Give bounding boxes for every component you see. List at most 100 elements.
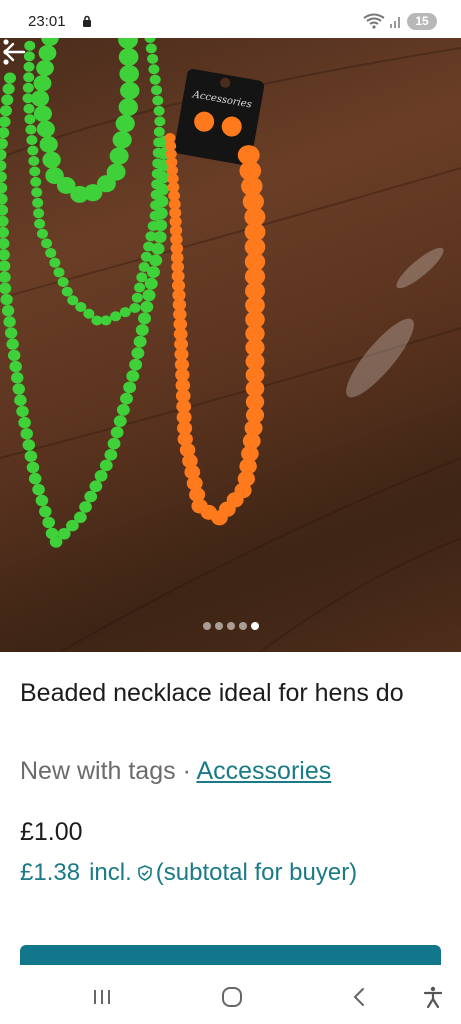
bead [0, 260, 11, 272]
bead [0, 226, 10, 239]
bead [75, 302, 87, 313]
bead [12, 383, 26, 395]
bead [18, 416, 31, 429]
bead [123, 381, 137, 394]
status-icons: 15 [363, 12, 437, 30]
bead [36, 120, 55, 138]
bead [131, 292, 143, 303]
status-time: 23:01 [28, 13, 66, 30]
bead [33, 105, 52, 122]
bead [147, 53, 159, 64]
bead [83, 308, 95, 319]
item-price: £1.00 [20, 818, 83, 846]
bead [154, 219, 168, 232]
carousel-dot[interactable] [238, 622, 247, 630]
category-link[interactable]: Accessories [196, 757, 331, 785]
bead [0, 127, 10, 139]
bead [34, 218, 46, 229]
bead [118, 47, 139, 66]
bead [133, 335, 147, 348]
bead [29, 166, 41, 177]
bead [0, 282, 12, 294]
more-options-icon[interactable] [0, 38, 12, 68]
bead [120, 81, 140, 100]
bead [57, 276, 69, 287]
bead [0, 271, 11, 283]
bead [1, 94, 14, 106]
bead [145, 43, 157, 54]
bead [24, 114, 36, 125]
meta-separator: · [175, 757, 197, 785]
bead [94, 470, 108, 482]
bead [36, 59, 54, 77]
bead [0, 193, 8, 205]
bead [53, 267, 65, 278]
bead [3, 72, 17, 84]
back-icon[interactable] [348, 985, 372, 1009]
incl-label: incl. [89, 859, 132, 886]
bead [120, 392, 133, 405]
shield-icon [137, 865, 152, 881]
bead [26, 461, 40, 474]
bead [23, 72, 35, 83]
bead [153, 231, 167, 244]
bead [0, 249, 10, 261]
bead [118, 38, 138, 49]
bead [0, 182, 8, 194]
bead [126, 370, 140, 382]
bead [149, 254, 163, 267]
bead [155, 195, 169, 208]
bead [0, 238, 10, 250]
accessibility-icon[interactable] [421, 985, 445, 1009]
bead [148, 64, 160, 75]
bead [99, 459, 113, 472]
subtotal-note: (subtotal for buyer) [155, 859, 358, 886]
bead [106, 163, 126, 181]
bead [33, 208, 45, 219]
carousel-dot[interactable] [226, 622, 235, 630]
bead [26, 135, 38, 146]
bead [91, 315, 103, 326]
home-icon[interactable] [220, 985, 244, 1009]
bead [146, 266, 160, 278]
bead [118, 98, 138, 116]
lock-icon [83, 15, 91, 27]
buyer-price-row[interactable]: £1.38 incl. (subtotal for buyer) [20, 859, 357, 887]
bead [39, 136, 58, 153]
buyer-price: £1.38 [20, 859, 81, 886]
bead [151, 242, 165, 255]
bead [149, 74, 161, 85]
carousel-indicator [0, 622, 461, 630]
bead [1, 305, 15, 317]
bead [67, 295, 79, 306]
product-title: Beaded necklace ideal for hens do [20, 679, 404, 707]
carousel-dot[interactable] [214, 622, 223, 630]
recent-apps-icon[interactable] [90, 985, 114, 1009]
bead [41, 238, 53, 249]
bead [20, 428, 33, 440]
bead [131, 347, 145, 360]
product-photo[interactable]: Accessories [0, 38, 461, 652]
carousel-dot[interactable] [250, 622, 259, 630]
bead [138, 312, 152, 325]
bead [0, 160, 7, 172]
carousel-dot[interactable] [202, 622, 211, 630]
bead [38, 505, 52, 518]
bead [11, 372, 24, 384]
bead [113, 415, 127, 427]
bead [2, 83, 15, 95]
bead [119, 64, 139, 83]
bead [144, 277, 158, 290]
bead [154, 207, 168, 220]
bead [0, 116, 11, 128]
bead [22, 82, 34, 93]
bead [32, 197, 44, 208]
battery-indicator: 15 [407, 12, 437, 30]
bead [110, 426, 124, 439]
bead [28, 472, 42, 485]
bead [109, 147, 129, 165]
bead [31, 187, 43, 198]
bead [140, 300, 154, 313]
bead [152, 95, 164, 106]
bead [151, 85, 163, 96]
